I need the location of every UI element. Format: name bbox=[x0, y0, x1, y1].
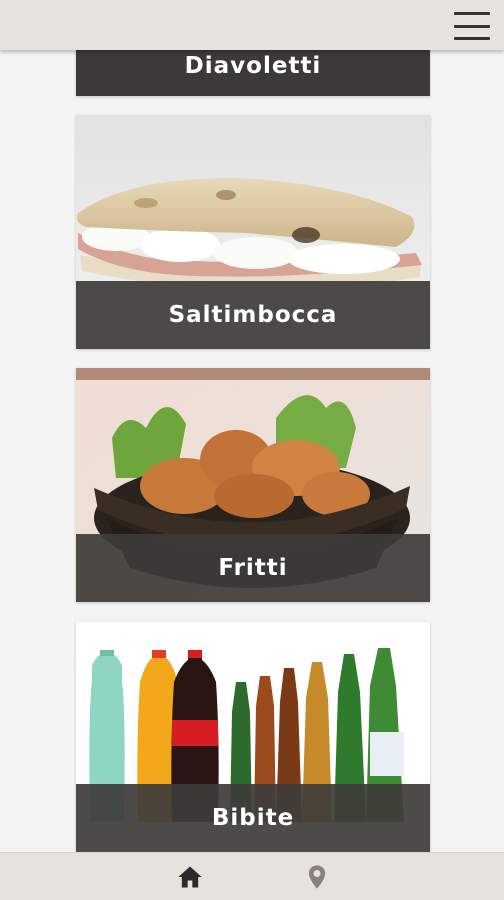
bottom-navigation-bar bbox=[0, 852, 504, 900]
category-card-saltimbocca[interactable]: Saltimbocca bbox=[76, 115, 430, 349]
category-card-bibite[interactable]: Bibite bbox=[76, 622, 430, 852]
top-app-bar bbox=[0, 0, 504, 50]
location-pin-icon[interactable] bbox=[303, 863, 331, 891]
category-label-bar: Fritti bbox=[76, 534, 430, 602]
category-label: Saltimbocca bbox=[168, 302, 338, 328]
category-card-fritti[interactable]: Fritti bbox=[76, 368, 430, 602]
home-icon[interactable] bbox=[176, 863, 204, 891]
category-label-bar: Saltimbocca bbox=[76, 281, 430, 349]
hamburger-menu-icon[interactable] bbox=[454, 12, 490, 40]
category-label: Bibite bbox=[211, 805, 295, 831]
category-label-bar: Bibite bbox=[76, 784, 430, 852]
category-label: Fritti bbox=[218, 555, 288, 581]
category-label: Diavoletti bbox=[184, 52, 322, 79]
